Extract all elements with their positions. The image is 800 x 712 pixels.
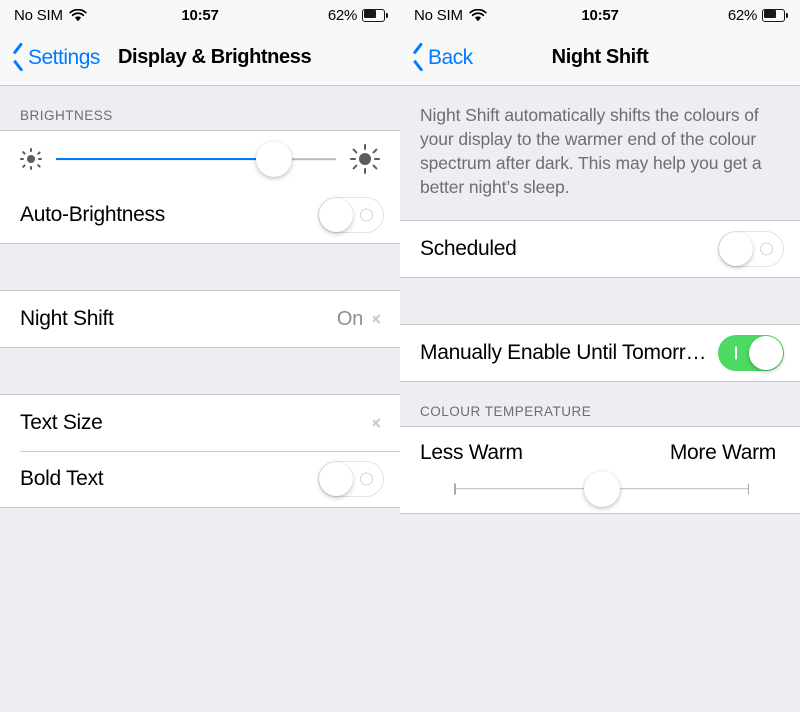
chevron-right-icon xyxy=(373,311,382,327)
row-bold-text[interactable]: Bold Text xyxy=(0,451,400,507)
brightness-slider-knob[interactable] xyxy=(256,141,293,177)
night-shift-list: Night Shift automatically shifts the col… xyxy=(400,86,800,514)
night-shift-description: Night Shift automatically shifts the col… xyxy=(420,105,762,197)
screenshot-root: No SIM 10:57 62% Settings Display & Brig… xyxy=(0,0,800,712)
brightness-slider-row xyxy=(0,131,400,187)
auto-brightness-toggle[interactable] xyxy=(318,197,384,233)
scheduled-group: Scheduled xyxy=(400,219,800,278)
nav-bar-left: Settings Display & Brightness xyxy=(0,30,400,86)
back-button-label: Settings xyxy=(28,45,100,69)
battery-icon xyxy=(362,8,388,22)
manually-enable-label: Manually Enable Until Tomorr… xyxy=(420,340,707,364)
battery-percent-label: 62% xyxy=(727,6,757,24)
row-night-shift[interactable]: Night Shift On xyxy=(0,291,400,347)
brightness-section-header: BRIGHTNESS xyxy=(20,108,113,123)
colour-temperature-slider-knob[interactable] xyxy=(583,470,620,507)
scheduled-toggle[interactable] xyxy=(718,230,784,267)
manually-enable-toggle[interactable] xyxy=(718,334,784,371)
night-shift-label: Night Shift xyxy=(20,307,114,330)
display-brightness-list: BRIGHTNESS Auto-Brightness Night Shift O… xyxy=(0,86,400,508)
text-size-label: Text Size xyxy=(20,411,103,434)
row-text-size[interactable]: Text Size xyxy=(0,395,400,451)
night-shift-value: On xyxy=(336,307,363,330)
bold-text-label: Bold Text xyxy=(20,467,104,490)
auto-brightness-label: Auto-Brightness xyxy=(20,203,165,226)
brightness-group: Auto-Brightness xyxy=(0,130,400,244)
brightness-slider[interactable] xyxy=(56,141,336,177)
display-brightness-panel: No SIM 10:57 62% Settings Display & Brig… xyxy=(0,0,400,712)
colour-temperature-labels: Less Warm More Warm xyxy=(400,426,800,465)
page-title: Display & Brightness xyxy=(118,46,312,68)
less-warm-label: Less Warm xyxy=(420,440,523,464)
colour-temperature-track[interactable] xyxy=(454,465,749,513)
toggle-off-circle-icon xyxy=(360,208,373,222)
scheduled-label: Scheduled xyxy=(420,236,517,260)
row-auto-brightness[interactable]: Auto-Brightness xyxy=(0,187,400,243)
colour-temperature-header: COLOUR TEMPERATURE xyxy=(420,403,592,419)
row-manually-enable[interactable]: Manually Enable Until Tomorr… xyxy=(400,324,800,381)
text-group: Text Size Bold Text xyxy=(0,394,400,508)
status-bar-right: No SIM 10:57 62% xyxy=(400,0,800,30)
status-bar-right-group: 62% xyxy=(328,7,388,24)
row-scheduled[interactable]: Scheduled xyxy=(400,220,800,277)
more-warm-label: More Warm xyxy=(669,440,776,464)
colour-temperature-group: Less Warm More Warm xyxy=(400,425,800,514)
status-bar-left: No SIM 10:57 62% xyxy=(0,0,400,30)
manual-group: Manually Enable Until Tomorr… xyxy=(400,323,800,382)
chevron-left-icon xyxy=(12,47,25,69)
battery-icon xyxy=(762,8,788,22)
sun-high-icon xyxy=(350,144,380,174)
night-shift-panel: No SIM 10:57 62% Back Night Shift Night … xyxy=(400,0,800,712)
back-button-settings[interactable]: Settings xyxy=(12,46,100,70)
battery-percent-label: 62% xyxy=(327,6,357,24)
page-title: Night Shift xyxy=(551,46,649,68)
sun-low-icon xyxy=(20,148,42,170)
colour-temperature-slider[interactable] xyxy=(400,464,800,513)
bold-text-toggle[interactable] xyxy=(318,461,384,497)
chevron-right-icon xyxy=(373,415,382,431)
toggle-off-circle-icon xyxy=(360,472,373,486)
nav-bar-right: Back Night Shift xyxy=(400,30,800,86)
night-shift-group: Night Shift On xyxy=(0,290,400,348)
status-bar-right-group: 62% xyxy=(728,7,788,24)
toggle-off-circle-icon xyxy=(760,242,773,256)
